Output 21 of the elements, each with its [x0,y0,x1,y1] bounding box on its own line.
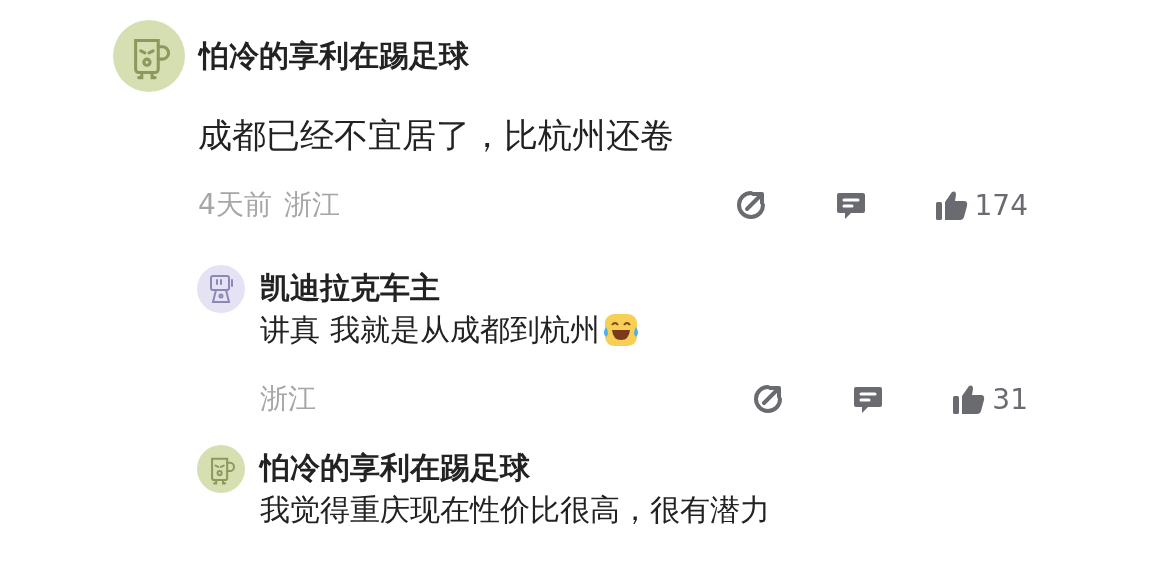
like-button[interactable]: 31 [952,382,1028,416]
share-icon [734,189,767,221]
share-icon [752,383,785,415]
thumbs-up-icon [952,383,987,415]
comment-time: 4天前 [198,187,272,223]
thumbs-up-icon [934,189,969,221]
author-name[interactable]: 怕冷的享利在踢足球 [260,448,1028,488]
reply-text: 我觉得重庆现在性价比很高，很有潜力 [260,491,770,529]
share-button[interactable] [734,189,767,221]
laughing-emoji-icon [601,313,640,347]
reply-text: 讲真 我就是从成都到杭州 [260,311,600,349]
author-name[interactable]: 凯迪拉克车主 [260,268,1028,308]
avatar-robot-icon[interactable] [197,265,245,313]
author-name[interactable]: 怕冷的享利在踢足球 [199,36,469,76]
avatar-mug-icon[interactable] [197,445,245,493]
share-button[interactable] [752,383,785,415]
comment-text: 成都已经不宜居了，比杭州还卷 [198,114,675,157]
comment-location: 浙江 [283,187,340,223]
avatar-mug-icon[interactable] [113,20,185,92]
reply-location: 浙江 [260,381,316,417]
like-button[interactable]: 174 [934,188,1028,222]
